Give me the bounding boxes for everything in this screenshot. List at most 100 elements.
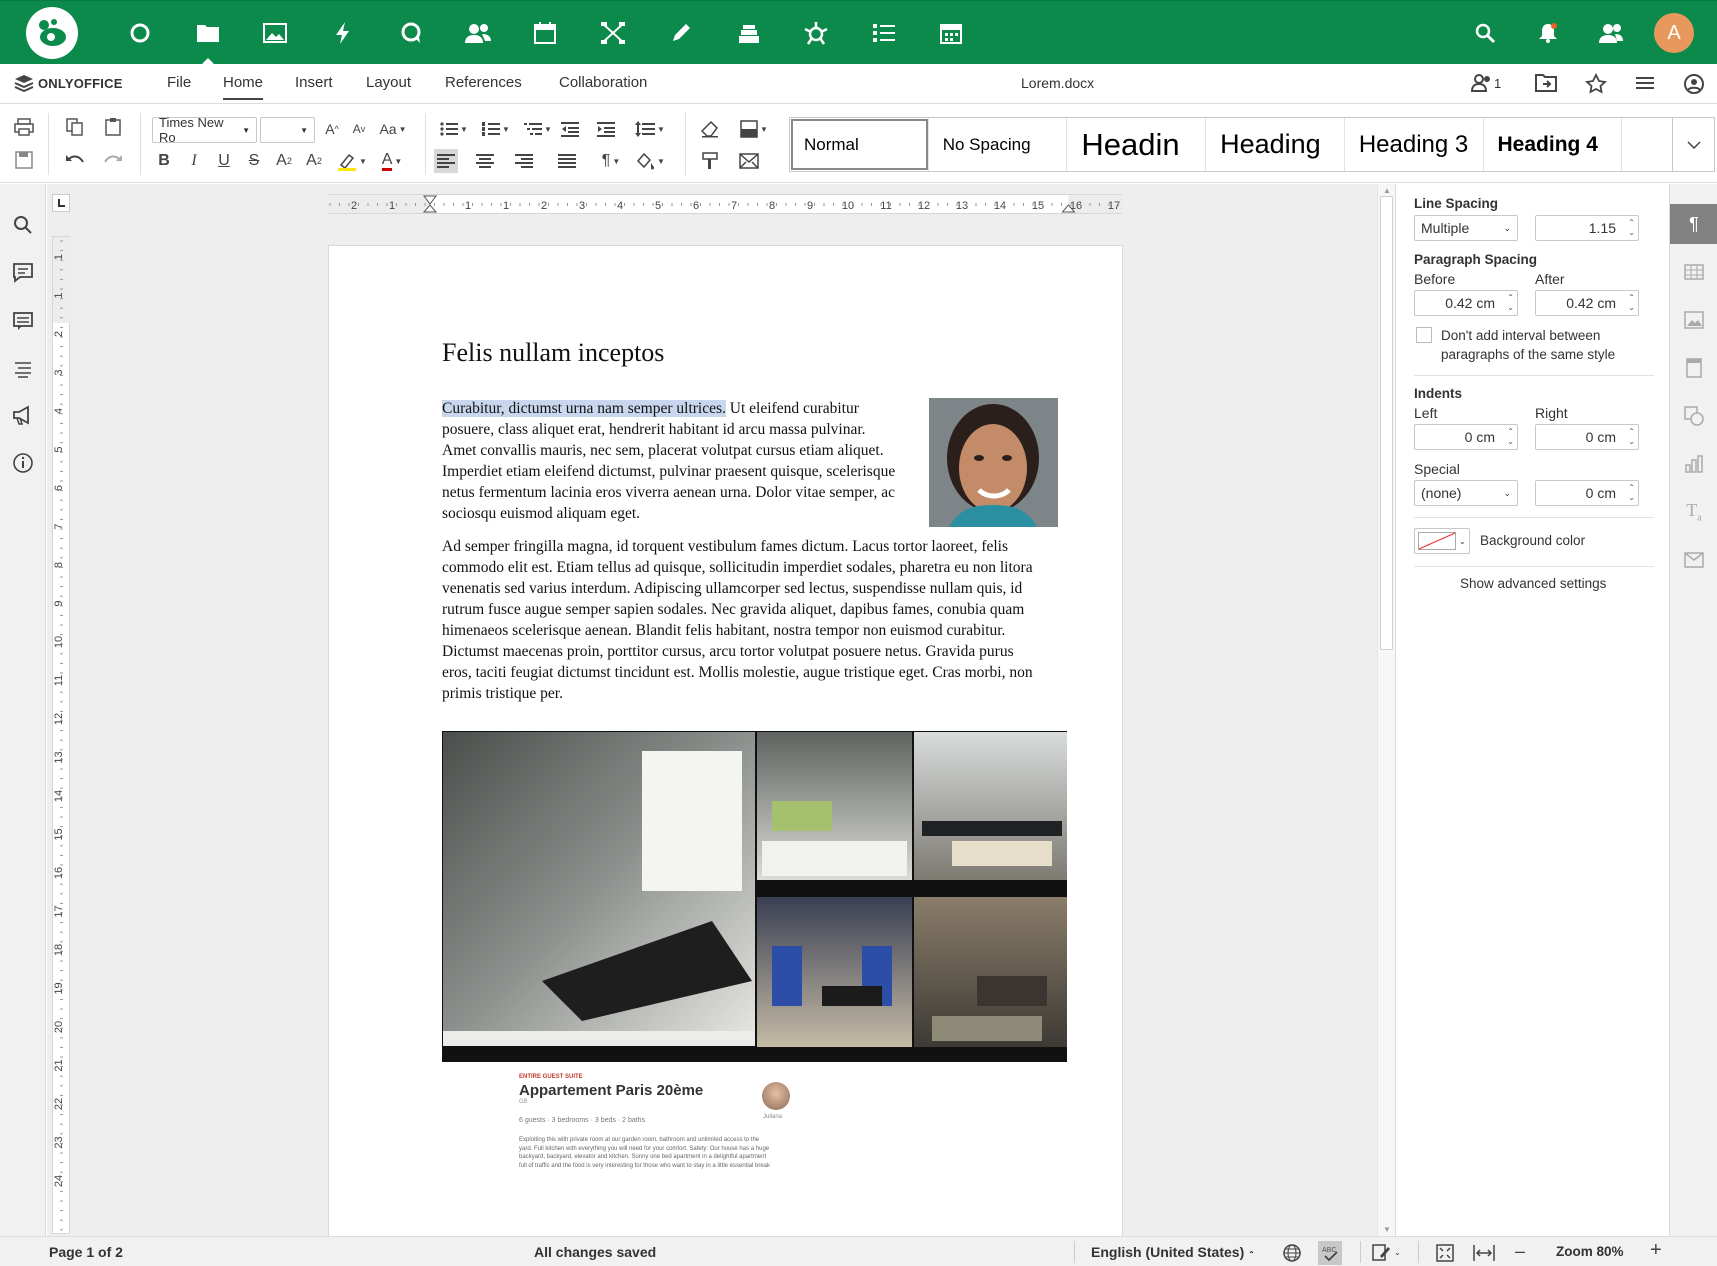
style-no-spacing[interactable]: No Spacing: [929, 118, 1068, 171]
font-name-select[interactable]: Times New Ro ▼: [152, 115, 257, 145]
font-color-icon[interactable]: A ▼: [375, 149, 409, 173]
color-scheme-icon[interactable]: ▼: [737, 117, 771, 141]
tab-layout[interactable]: Layout: [366, 74, 411, 91]
notifications-bell-icon[interactable]: [1532, 17, 1564, 49]
font-size-select[interactable]: ▼: [260, 117, 315, 143]
tasks-icon[interactable]: [868, 17, 900, 49]
mail-merge-icon[interactable]: [737, 149, 761, 173]
tab-stop-selector[interactable]: [52, 194, 70, 212]
search-icon[interactable]: [1469, 17, 1501, 49]
room-photo-collage[interactable]: [442, 731, 1067, 1062]
copy-icon[interactable]: [63, 115, 87, 139]
tab-insert[interactable]: Insert: [295, 74, 333, 91]
account-icon[interactable]: [1683, 73, 1705, 95]
decrease-font-icon[interactable]: Av: [347, 117, 371, 141]
zoom-in-icon[interactable]: +: [1650, 1239, 1662, 1262]
copy-style-icon[interactable]: [698, 149, 722, 173]
show-advanced-settings-link[interactable]: Show advanced settings: [1460, 576, 1606, 591]
header-footer-tab-icon[interactable]: [1670, 348, 1717, 388]
chart-settings-tab-icon[interactable]: [1670, 444, 1717, 484]
navigation-icon[interactable]: [12, 358, 34, 380]
background-color-picker[interactable]: ⌄: [1414, 528, 1470, 554]
open-location-icon[interactable]: [1535, 73, 1557, 93]
no-interval-checkbox[interactable]: [1416, 327, 1432, 343]
zoom-level[interactable]: Zoom 80%: [1556, 1244, 1624, 1259]
tab-collaboration[interactable]: Collaboration: [559, 74, 647, 91]
special-indent-select[interactable]: (none) ⌄: [1414, 480, 1518, 506]
listing-card[interactable]: ENTIRE GUEST SUITE Appartement Paris 20è…: [519, 1074, 809, 1204]
page-counter[interactable]: Page 1 of 2: [49, 1244, 123, 1260]
search-icon[interactable]: [12, 214, 34, 236]
style-heading-2[interactable]: Heading: [1206, 118, 1345, 171]
spinner-icon[interactable]: ⌃ ⌄: [1628, 483, 1635, 503]
horizontal-ruler[interactable]: 2 1 1 1 2 3 4 5 6 7 8 9 10 11 12 13 14 15 16 17: [328, 194, 1122, 214]
align-center-icon[interactable]: [473, 149, 497, 173]
align-right-icon[interactable]: [512, 149, 536, 173]
document-page[interactable]: Felis nullam inceptos Curabitur, dictums…: [328, 245, 1123, 1245]
contacts-icon[interactable]: [462, 17, 494, 49]
paragraph-2[interactable]: Ad semper fringilla magna, id torquent v…: [442, 536, 1082, 704]
talk-icon[interactable]: [395, 17, 427, 49]
bold-icon[interactable]: B: [152, 149, 176, 173]
hamburger-menu-icon[interactable]: [1634, 73, 1656, 93]
bullet-list-icon[interactable]: ▼: [437, 117, 471, 141]
underline-icon[interactable]: U: [212, 149, 236, 173]
comments-icon[interactable]: [12, 262, 34, 284]
document-language-icon[interactable]: [1282, 1243, 1302, 1263]
shape-settings-tab-icon[interactable]: [1670, 396, 1717, 436]
calendar-icon[interactable]: [529, 17, 561, 49]
spinner-icon[interactable]: ⌃ ⌄: [1507, 427, 1514, 447]
style-heading-3[interactable]: Heading 3: [1345, 118, 1484, 171]
portrait-photo[interactable]: [929, 398, 1058, 527]
settings-icon[interactable]: [800, 17, 832, 49]
italic-icon[interactable]: I: [182, 149, 206, 173]
justify-icon[interactable]: [555, 149, 579, 173]
increase-indent-icon[interactable]: [594, 117, 618, 141]
indent-right-input[interactable]: 0 cm ⌃ ⌄: [1535, 424, 1639, 450]
undo-icon[interactable]: [63, 148, 87, 172]
paste-icon[interactable]: [101, 115, 125, 139]
image-settings-tab-icon[interactable]: [1670, 300, 1717, 340]
style-heading-1[interactable]: Headin: [1067, 118, 1207, 171]
tab-file[interactable]: File: [167, 74, 191, 91]
table-settings-tab-icon[interactable]: [1670, 252, 1717, 292]
tab-references[interactable]: References: [445, 74, 522, 91]
style-heading-4[interactable]: Heading 4: [1484, 118, 1623, 171]
multilevel-list-icon[interactable]: ▼: [521, 117, 555, 141]
users-button[interactable]: 1: [1471, 73, 1501, 93]
fit-width-icon[interactable]: [1473, 1243, 1495, 1263]
scrollbar-thumb[interactable]: [1380, 196, 1393, 650]
scroll-down-icon[interactable]: ▼: [1383, 1225, 1391, 1234]
style-normal[interactable]: Normal: [790, 118, 929, 171]
integrations-icon[interactable]: [597, 17, 629, 49]
subscript-icon[interactable]: A2: [302, 149, 326, 173]
selected-text[interactable]: Curabitur, dictumst urna nam semper ultr…: [442, 400, 726, 417]
styles-expand-button[interactable]: [1672, 118, 1714, 171]
spacing-before-input[interactable]: 0.42 cm ⌃ ⌄: [1414, 290, 1518, 316]
photos-icon[interactable]: [259, 17, 291, 49]
spell-check-icon[interactable]: ABC: [1318, 1241, 1342, 1265]
deck-icon[interactable]: [733, 17, 765, 49]
spinner-icon[interactable]: ⌃ ⌄: [1628, 427, 1635, 447]
document-heading[interactable]: Felis nullam inceptos: [442, 338, 664, 368]
mail-merge-tab-icon[interactable]: [1670, 540, 1717, 580]
change-case-icon[interactable]: Aa ▼: [377, 117, 409, 141]
track-changes-icon[interactable]: ⌄: [1372, 1243, 1401, 1261]
redo-icon[interactable]: [101, 148, 125, 172]
spinner-icon[interactable]: ⌃ ⌄: [1628, 293, 1635, 313]
decrease-indent-icon[interactable]: [558, 117, 582, 141]
clear-style-icon[interactable]: [698, 117, 722, 141]
spacing-after-input[interactable]: 0.42 cm ⌃ ⌄: [1535, 290, 1639, 316]
textart-settings-tab-icon[interactable]: Ta: [1670, 492, 1717, 532]
contacts-menu-icon[interactable]: [1595, 17, 1627, 49]
nonprinting-characters-icon[interactable]: ¶ ▼: [594, 149, 628, 173]
circle-icon[interactable]: [124, 17, 156, 49]
indent-left-input[interactable]: 0 cm ⌃ ⌄: [1414, 424, 1518, 450]
favorite-star-icon[interactable]: [1585, 73, 1607, 95]
style-blank[interactable]: [1622, 118, 1672, 171]
activity-icon[interactable]: [327, 17, 359, 49]
highlight-color-icon[interactable]: ▼: [335, 149, 369, 173]
paragraph-1[interactable]: Curabitur, dictumst urna nam semper ultr…: [442, 398, 932, 524]
tab-home[interactable]: Home: [223, 74, 264, 100]
vertical-ruler[interactable]: 1 1 2 3 4 5 6 7 8 9 10 11 12 13 14 15 16 17 18 19 20 21 22 23 24: [52, 236, 71, 1234]
